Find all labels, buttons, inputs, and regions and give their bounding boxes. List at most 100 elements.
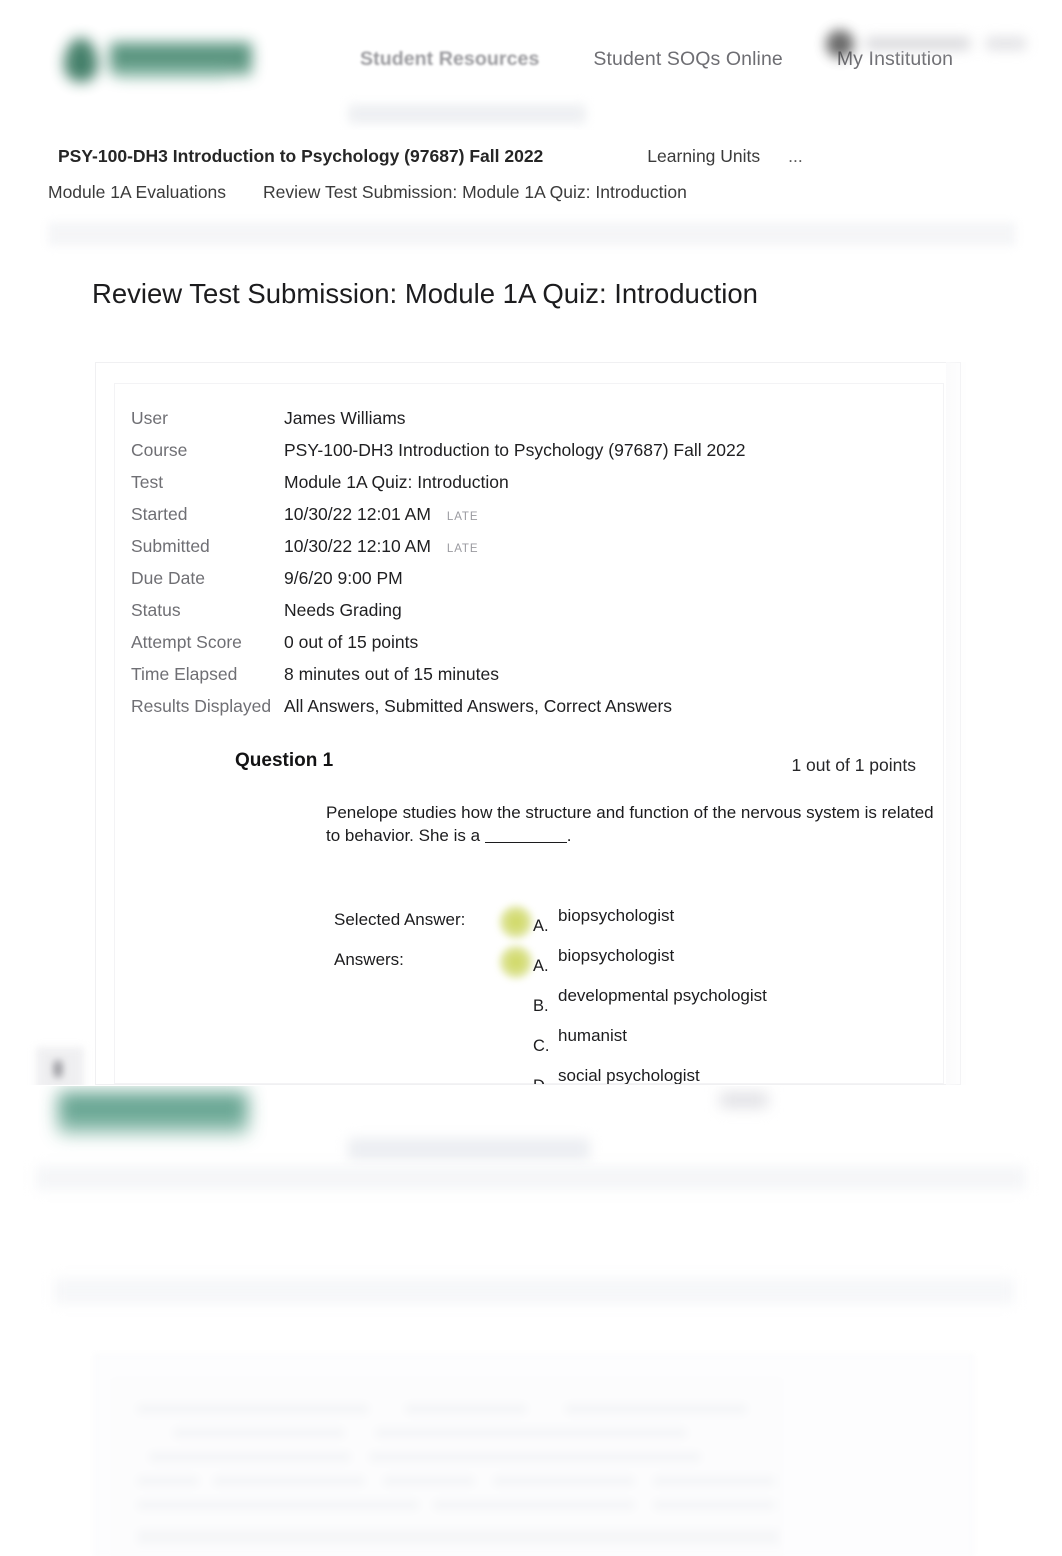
institution-logo[interactable]	[62, 32, 258, 94]
top-navigation-bar: Student Resources Student SOQs Online My…	[0, 0, 1062, 124]
avatar	[826, 30, 854, 58]
detail-value-course: PSY-100-DH3 Introduction to Psychology (…	[284, 440, 746, 460]
question-block-1: Question 1 1 out of 1 points Penelope st…	[115, 750, 945, 1084]
placeholder-line	[214, 1476, 364, 1486]
question-points: 1 out of 1 points	[791, 755, 916, 775]
page-root: Student Resources Student SOQs Online My…	[0, 0, 1062, 1556]
list-item: C. humanist	[115, 1022, 945, 1062]
selected-answer-text: biopsychologist	[558, 906, 675, 925]
placeholder-line	[138, 1404, 368, 1414]
content-toolbar-secondary	[54, 1278, 1014, 1304]
detail-value-status: Needs Grading	[284, 600, 402, 620]
next-page-preview	[0, 1086, 1062, 1556]
logout-button[interactable]	[986, 37, 1026, 50]
detail-value-test: Module 1A Quiz: Introduction	[284, 472, 509, 492]
selected-answer-row: Selected Answer: A. biopsychologist	[115, 902, 945, 942]
breadcrumb-row-primary: PSY-100-DH3 Introduction to Psychology (…	[58, 146, 803, 167]
detail-label-started: Started	[131, 504, 188, 524]
nav-secondary-pill	[348, 104, 586, 124]
detail-label-test: Test	[131, 472, 164, 492]
answers-section: Selected Answer: A. biopsychologist Answ…	[115, 902, 945, 1085]
institution-logo	[58, 1092, 248, 1134]
logo-wordmark	[110, 42, 252, 78]
table-row: Time Elapsed 8 minutes out of 15 minutes	[131, 664, 831, 696]
breadcrumb: PSY-100-DH3 Introduction to Psychology (…	[0, 130, 1062, 222]
detail-value-results-displayed: All Answers, Submitted Answers, Correct …	[284, 696, 673, 716]
placeholder-line	[138, 1500, 418, 1510]
card-right-edge-fade	[946, 362, 968, 1085]
breadcrumb-module-1a-evaluations[interactable]: Module 1A Evaluations	[48, 182, 226, 203]
placeholder-line	[406, 1404, 526, 1414]
status-badge: LATE	[446, 543, 479, 555]
placeholder-line	[654, 1476, 774, 1486]
option-letter-d: D.	[533, 1077, 550, 1084]
nav-item-student-soqs-online[interactable]: Student SOQs Online	[593, 48, 782, 71]
page-title: Review Test Submission: Module 1A Quiz: …	[92, 278, 758, 309]
nav-secondary-pill	[348, 1138, 590, 1160]
user-account-area[interactable]	[804, 26, 1034, 64]
test-submission-inner: User James Williams Course PSY-100-DH3 I…	[114, 383, 944, 1084]
breadcrumb-overflow-icon[interactable]: ...	[788, 146, 803, 167]
list-item: Answers: A. biopsychologist	[115, 942, 945, 982]
detail-label-submitted: Submitted	[131, 536, 210, 556]
chevron-left-icon	[54, 1061, 62, 1077]
placeholder-line	[494, 1476, 634, 1486]
table-row: Attempt Score 0 out of 15 points	[131, 632, 831, 664]
course-title[interactable]: PSY-100-DH3 Introduction to Psychology (…	[58, 146, 543, 167]
table-row: Due Date 9/6/20 9:00 PM	[131, 568, 831, 600]
selected-answer-letter: A.	[533, 917, 549, 935]
table-row: Course PSY-100-DH3 Introduction to Psych…	[131, 440, 831, 472]
content-toolbar	[36, 1166, 1026, 1190]
test-submission-card: User James Williams Course PSY-100-DH3 I…	[95, 362, 961, 1085]
option-letter-c: C.	[533, 1037, 550, 1055]
correct-marker-icon	[498, 904, 534, 940]
breadcrumb-current-page: Review Test Submission: Module 1A Quiz: …	[263, 182, 687, 202]
content-toolbar	[48, 222, 1016, 246]
placeholder-line	[376, 1428, 686, 1438]
table-row: Status Needs Grading	[131, 600, 831, 632]
breadcrumb-learning-units[interactable]: Learning Units	[647, 146, 760, 167]
option-text-a: biopsychologist	[558, 946, 675, 965]
table-row: Started 10/30/22 12:01 AM LATE	[131, 504, 831, 536]
table-row: Results Displayed All Answers, Submitted…	[131, 696, 831, 728]
breadcrumb-row-secondary: Module 1A Evaluations Review Test Submis…	[48, 182, 687, 203]
table-row: Test Module 1A Quiz: Introduction	[131, 472, 831, 504]
placeholder-line	[138, 1476, 198, 1486]
table-row: User James Williams	[131, 408, 831, 440]
placeholder-line	[138, 1530, 778, 1544]
placeholder-line	[174, 1428, 344, 1438]
selected-answer-label: Selected Answer:	[334, 910, 466, 929]
detail-label-course: Course	[131, 440, 188, 460]
attempt-details-table: User James Williams Course PSY-100-DH3 I…	[131, 408, 831, 728]
option-text-d: social psychologist	[558, 1066, 700, 1085]
logo-mark-icon	[64, 38, 98, 82]
next-page-card	[94, 1354, 974, 1556]
detail-value-user: James Williams	[284, 408, 406, 428]
detail-value-attempt-score: 0 out of 15 points	[284, 632, 419, 652]
detail-value-started: 10/30/22 12:01 AM	[284, 504, 431, 524]
answers-label: Answers:	[334, 950, 404, 969]
detail-label-time-elapsed: Time Elapsed	[131, 664, 238, 684]
placeholder-line	[654, 1500, 774, 1510]
detail-label-due-date: Due Date	[131, 568, 205, 588]
option-letter-b: B.	[533, 997, 549, 1015]
nav-item-student-resources[interactable]: Student Resources	[360, 48, 539, 71]
list-item: B. developmental psychologist	[115, 982, 945, 1022]
question-title: Question 1	[235, 750, 334, 771]
placeholder-line	[370, 1452, 700, 1462]
placeholder-line	[150, 1452, 350, 1462]
placeholder-line	[384, 1476, 474, 1486]
option-letter-a: A.	[533, 957, 549, 975]
detail-value-time-elapsed: 8 minutes out of 15 minutes	[284, 664, 499, 684]
user-account-area	[720, 1092, 768, 1108]
detail-label-attempt-score: Attempt Score	[131, 632, 242, 652]
detail-label-results-displayed: Results Displayed	[131, 696, 272, 716]
detail-value-submitted: 10/30/22 12:10 AM	[284, 536, 431, 556]
detail-value-due-date: 9/6/20 9:00 PM	[284, 568, 403, 588]
detail-label-user: User	[131, 408, 168, 428]
placeholder-line	[434, 1500, 634, 1510]
question-header: Question 1 1 out of 1 points	[115, 750, 945, 790]
placeholder-line	[566, 1404, 746, 1414]
user-name-label	[866, 37, 970, 50]
question-text: Penelope studies how the structure and f…	[326, 802, 936, 847]
